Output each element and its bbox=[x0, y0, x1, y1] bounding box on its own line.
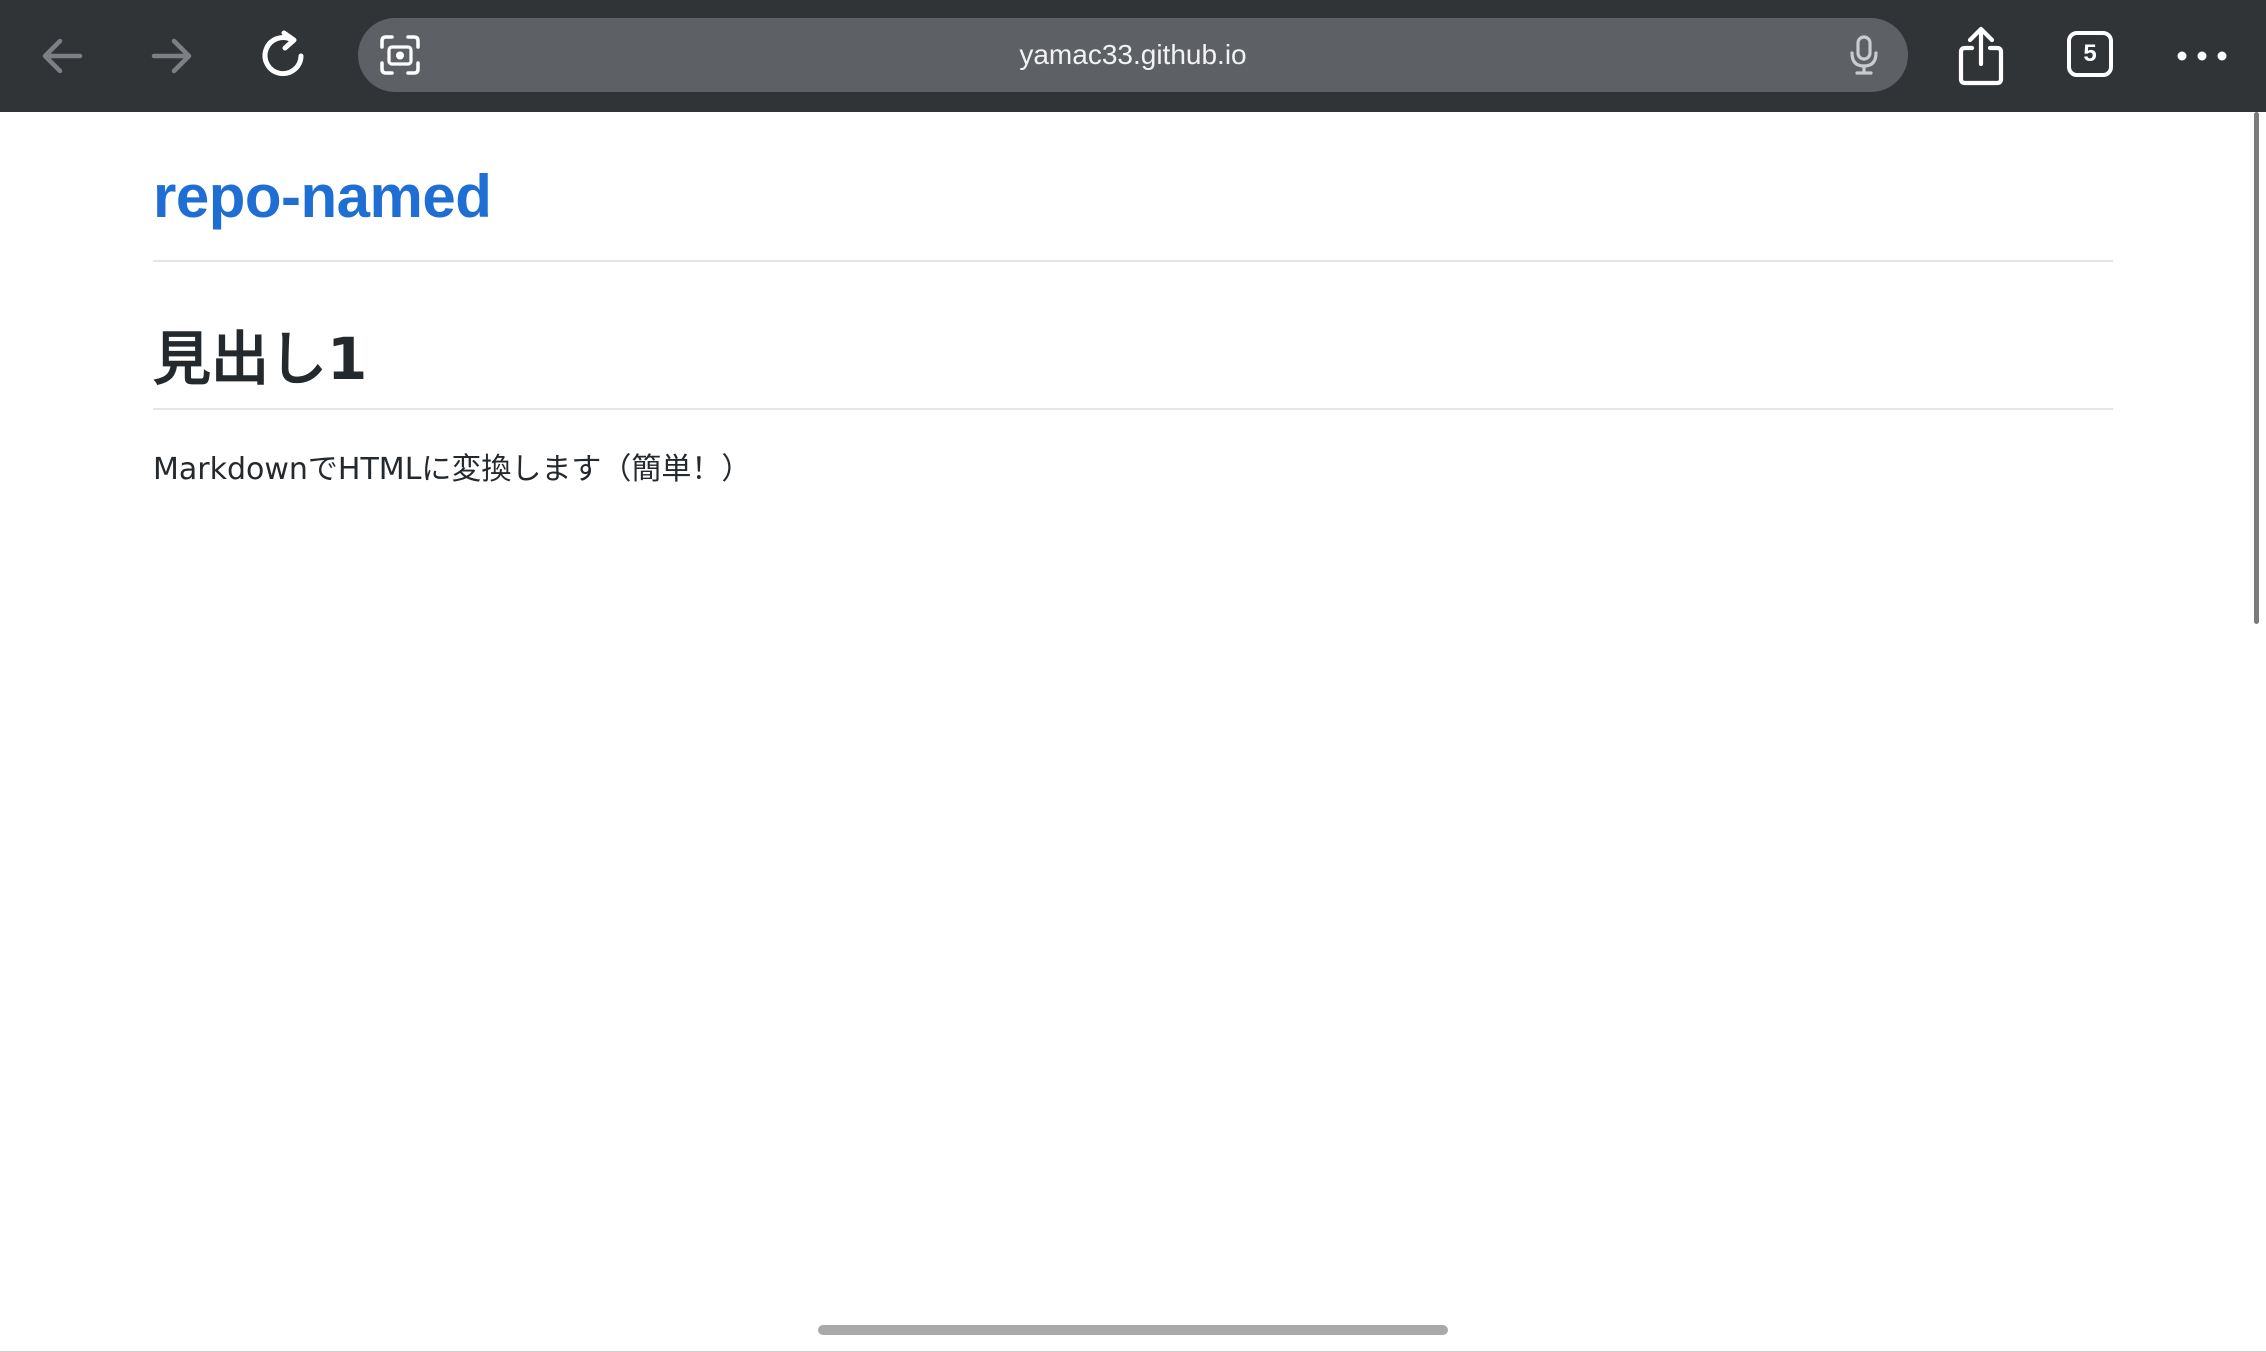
forward-button[interactable] bbox=[136, 20, 208, 92]
horizontal-scrollbar[interactable] bbox=[818, 1325, 1448, 1335]
share-button[interactable] bbox=[1945, 20, 2017, 92]
microphone-icon[interactable] bbox=[1842, 33, 1886, 77]
url-text[interactable]: yamac33.github.io bbox=[358, 18, 1908, 92]
body-paragraph: MarkdownでHTMLに変換します（簡単！） bbox=[153, 452, 752, 487]
tabs-icon[interactable]: 5 bbox=[2067, 31, 2113, 77]
reload-icon bbox=[254, 26, 314, 86]
web-page: repo-named 見出し1 MarkdownでHTMLに変換します（簡単！） bbox=[0, 112, 2266, 1352]
page-heading: 見出し1 bbox=[153, 325, 368, 393]
browser-toolbar: yamac33.github.io 5 bbox=[0, 0, 2266, 112]
back-arrow-icon bbox=[34, 28, 90, 84]
share-icon bbox=[1951, 24, 2011, 88]
reload-button[interactable] bbox=[248, 20, 320, 92]
vertical-scrollbar[interactable] bbox=[2254, 112, 2259, 624]
more-icon bbox=[2174, 46, 2230, 66]
forward-arrow-icon bbox=[144, 28, 200, 84]
divider bbox=[153, 260, 2113, 262]
back-button[interactable] bbox=[26, 20, 98, 92]
site-title-link[interactable]: repo-named bbox=[153, 162, 492, 231]
address-bar[interactable]: yamac33.github.io bbox=[358, 18, 1908, 92]
more-button[interactable] bbox=[2166, 20, 2238, 92]
divider bbox=[153, 408, 2113, 410]
